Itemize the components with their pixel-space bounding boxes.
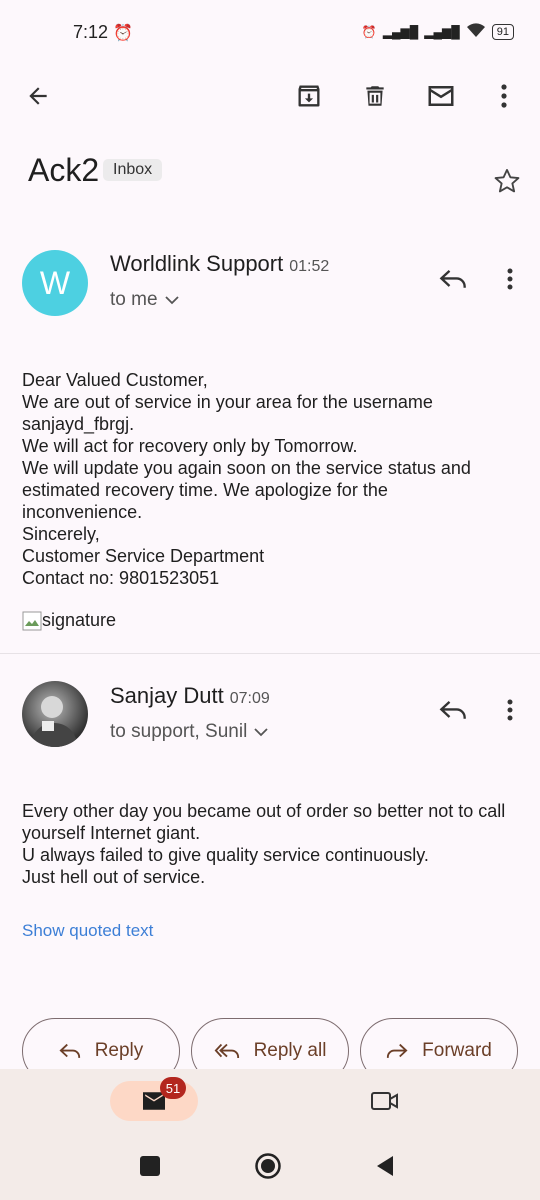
more-vert-icon	[507, 268, 513, 290]
bottom-navigation	[0, 1069, 540, 1200]
video-camera-icon	[371, 1092, 398, 1110]
chevron-down-icon	[254, 728, 268, 737]
more-options-button[interactable]	[490, 80, 518, 112]
status-time: 7:12 ⏰	[73, 22, 133, 42]
star-button[interactable]	[492, 166, 522, 196]
mail-icon	[428, 86, 454, 106]
message-body: Dear Valued Customer, We are out of serv…	[22, 370, 471, 588]
home-button[interactable]	[254, 1152, 282, 1180]
volte-signal-icon-2: ▂▄▆█	[424, 24, 460, 39]
message-more-button[interactable]	[500, 695, 520, 725]
recipients-text: to me	[110, 289, 158, 310]
archive-button[interactable]	[293, 80, 325, 112]
trash-icon	[366, 86, 384, 106]
reply-button[interactable]	[437, 695, 469, 725]
reply-all-icon	[214, 1043, 239, 1058]
sender-avatar[interactable]: W	[22, 250, 88, 316]
alarm-icon: ⏰	[113, 25, 133, 42]
reply-icon	[439, 700, 466, 719]
delete-button[interactable]	[359, 80, 391, 112]
arrow-back-icon	[29, 87, 47, 105]
triangle-back-icon	[377, 1156, 393, 1176]
volte-signal-icon: ▂▄▆█	[382, 24, 419, 39]
battery-icon: 91	[491, 23, 514, 40]
sender-name: Sanjay Dutt	[110, 683, 224, 708]
wifi-icon	[466, 22, 486, 41]
signature-image: signature	[22, 610, 116, 631]
message-divider	[0, 653, 540, 654]
mark-unread-button[interactable]	[424, 80, 458, 112]
alarm-icon: ⏰	[361, 24, 377, 39]
message-header[interactable]: Sanjay Dutt 07:09	[110, 683, 270, 709]
archive-icon	[298, 85, 320, 107]
reply-icon	[439, 269, 466, 288]
chevron-down-icon	[164, 296, 179, 305]
back-nav-button[interactable]	[374, 1154, 396, 1178]
message-time: 01:52	[289, 258, 330, 275]
recipients-text: to support, Sunil	[110, 721, 248, 742]
recent-apps-button[interactable]	[140, 1156, 160, 1176]
message-more-button[interactable]	[500, 264, 520, 294]
reply-button[interactable]	[437, 264, 469, 294]
email-subject: Ack2	[28, 152, 100, 188]
back-button[interactable]	[22, 80, 54, 112]
forward-icon	[387, 1043, 408, 1058]
recipients-toggle[interactable]: to me	[110, 289, 180, 311]
more-vert-icon	[507, 699, 513, 721]
broken-image-icon	[22, 611, 42, 630]
sender-avatar-photo[interactable]	[22, 681, 88, 747]
reply-icon	[59, 1043, 80, 1058]
status-icons: ⏰ ▂▄▆█ ▂▄▆█ 91	[362, 22, 514, 41]
meet-tab[interactable]	[369, 1087, 401, 1115]
unread-count-badge: 51	[160, 1077, 186, 1099]
star-outline-icon	[494, 168, 520, 193]
recipients-toggle[interactable]: to support, Sunil	[110, 721, 269, 743]
message-time: 07:09	[229, 690, 270, 707]
message-header[interactable]: Worldlink Support 01:52	[110, 251, 329, 277]
more-vert-icon	[501, 84, 507, 108]
inbox-label-chip[interactable]: Inbox	[103, 159, 163, 181]
message-body: Every other day you became out of order …	[22, 801, 506, 887]
home-circle-icon	[255, 1153, 281, 1179]
show-quoted-text-link[interactable]: Show quoted text	[22, 921, 153, 941]
sender-name: Worldlink Support	[110, 251, 284, 276]
